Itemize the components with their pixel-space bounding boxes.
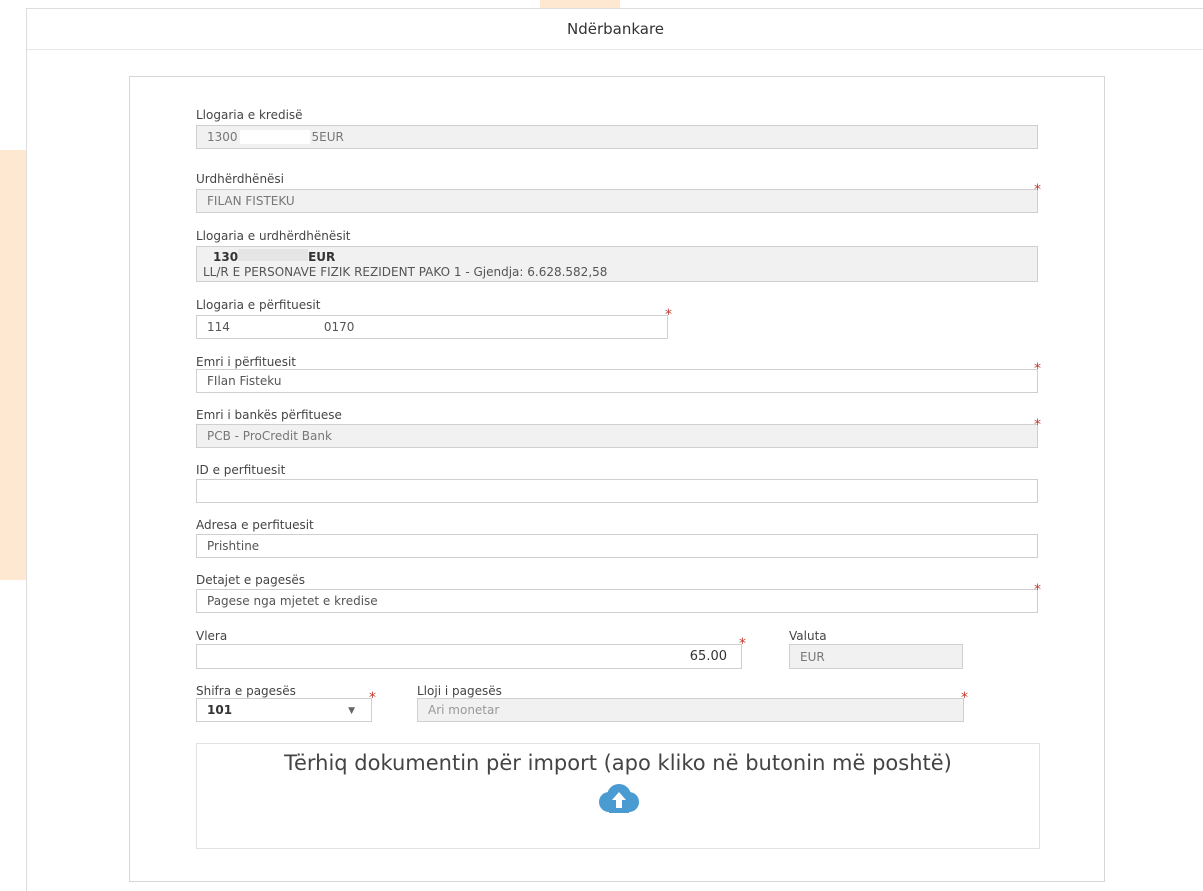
payment-code-select[interactable]: 101 ▼ bbox=[196, 698, 372, 722]
currency-label: Valuta bbox=[789, 629, 827, 643]
masked-segment bbox=[238, 248, 309, 261]
beneficiary-account-label: Llogaria e përfituesit bbox=[196, 298, 321, 312]
credit-account-label: Llogaria e kredisë bbox=[196, 108, 303, 122]
ordering-account-number-end: EUR bbox=[308, 249, 336, 264]
document-drop-zone[interactable]: Tërhiq dokumentin për import (apo kliko … bbox=[196, 743, 1040, 849]
beneficiary-address-label: Adresa e perfituesit bbox=[196, 518, 314, 532]
ordering-account-number: 130 EUR bbox=[213, 248, 336, 265]
masked-segment bbox=[239, 130, 310, 144]
interbank-transfer-window: Ndërbankare Llogaria e kredisë 1300 5EUR… bbox=[26, 8, 1203, 891]
beneficiary-id-label: ID e perfituesit bbox=[196, 463, 286, 477]
required-marker: * bbox=[1034, 417, 1041, 433]
credit-account-value-end: 5EUR bbox=[311, 130, 344, 144]
window-title: Ndërbankare bbox=[27, 9, 1203, 50]
amount-value: 65.00 bbox=[689, 649, 727, 664]
required-marker: * bbox=[739, 636, 746, 652]
currency-value: EUR bbox=[800, 649, 825, 664]
masked-segment bbox=[231, 320, 322, 334]
payment-type-label: Lloji i pagesës bbox=[417, 684, 502, 698]
ordering-party-value: FILAN FISTEKU bbox=[207, 194, 295, 208]
beneficiary-name-input[interactable]: FIlan Fisteku bbox=[196, 369, 1038, 393]
required-marker: * bbox=[1034, 182, 1041, 198]
beneficiary-id-input[interactable] bbox=[196, 479, 1038, 503]
ordering-account-label: Llogaria e urdhërdhënësit bbox=[196, 229, 351, 243]
payment-details-value: Pagese nga mjetet e kredise bbox=[207, 594, 378, 608]
amount-label: Vlera bbox=[196, 629, 228, 643]
payment-type-field: Ari monetar bbox=[417, 698, 964, 722]
background-accent-left bbox=[0, 150, 26, 580]
payment-details-label: Detajet e pagesës bbox=[196, 573, 305, 587]
beneficiary-name-label: Emri i përfituesit bbox=[196, 355, 296, 369]
credit-account-value-start: 1300 bbox=[207, 130, 238, 144]
beneficiary-bank-field: PCB - ProCredit Bank bbox=[196, 424, 1038, 448]
payment-type-value: Ari monetar bbox=[428, 703, 500, 717]
cloud-upload-icon[interactable] bbox=[593, 783, 643, 813]
beneficiary-account-value-start: 114 bbox=[207, 320, 230, 334]
required-marker: * bbox=[665, 307, 672, 323]
ordering-party-label: Urdhërdhënësi bbox=[196, 172, 285, 186]
payment-code-value: 101 bbox=[207, 703, 233, 717]
ordering-account-number-start: 130 bbox=[213, 249, 239, 264]
ordering-party-field: FILAN FISTEKU bbox=[196, 189, 1038, 213]
payment-details-input[interactable]: Pagese nga mjetet e kredise bbox=[196, 589, 1038, 613]
ordering-account-select[interactable]: 130 EUR LL/R E PERSONAVE FIZIK REZIDENT P… bbox=[196, 246, 1038, 282]
credit-account-field: 1300 5EUR bbox=[196, 125, 1038, 149]
beneficiary-name-value: FIlan Fisteku bbox=[207, 374, 282, 388]
required-marker: * bbox=[369, 690, 376, 706]
required-marker: * bbox=[1034, 582, 1041, 598]
currency-field: EUR bbox=[789, 644, 963, 669]
beneficiary-bank-label: Emri i bankës përfituese bbox=[196, 408, 342, 422]
beneficiary-address-value: Prishtine bbox=[207, 539, 260, 553]
required-marker: * bbox=[1034, 361, 1041, 377]
beneficiary-bank-value: PCB - ProCredit Bank bbox=[207, 429, 332, 443]
beneficiary-account-input[interactable]: 114 0170 bbox=[196, 315, 668, 339]
required-marker: * bbox=[961, 690, 968, 706]
amount-input[interactable]: 65.00 bbox=[196, 644, 742, 669]
chevron-down-icon: ▼ bbox=[348, 706, 355, 716]
transfer-form: Llogaria e kredisë 1300 5EUR Urdhërdhënë… bbox=[129, 76, 1105, 882]
beneficiary-address-input[interactable]: Prishtine bbox=[196, 534, 1038, 558]
drop-zone-text: Tërhiq dokumentin për import (apo kliko … bbox=[284, 751, 952, 775]
payment-code-label: Shifra e pagesës bbox=[196, 684, 296, 698]
ordering-account-description: LL/R E PERSONAVE FIZIK REZIDENT PAKO 1 -… bbox=[203, 264, 608, 279]
beneficiary-account-value-end: 0170 bbox=[323, 320, 355, 334]
